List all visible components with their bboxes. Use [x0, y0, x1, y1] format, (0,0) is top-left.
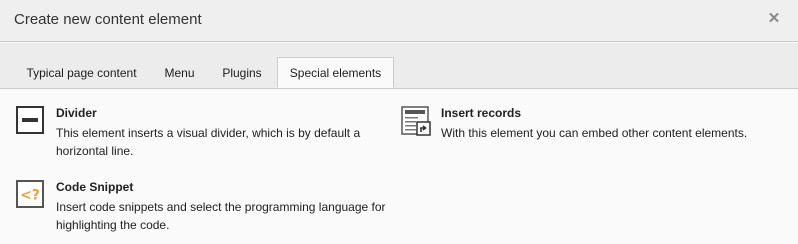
- tab-bar: Typical page content Menu Plugins Specia…: [0, 43, 798, 89]
- tab-panel-special-elements: Divider This element inserts a visual di…: [0, 90, 798, 244]
- element-title: Code Snippet: [56, 180, 134, 194]
- tab-plugins[interactable]: Plugins: [208, 59, 276, 89]
- element-title: Insert records: [441, 106, 522, 120]
- element-description: This element inserts a visual divider, w…: [56, 126, 361, 158]
- element-description: Insert code snippets and select the prog…: [56, 200, 386, 232]
- element-description: With this element you can embed other co…: [441, 126, 748, 140]
- insert-records-icon: [401, 106, 431, 136]
- dialog-title: Create new content element: [14, 11, 202, 28]
- element-insert-records[interactable]: Insert records With this element you can…: [401, 106, 781, 146]
- element-title: Divider: [56, 106, 97, 120]
- tab-special-elements[interactable]: Special elements: [277, 57, 394, 88]
- code-snippet-icon-glyph: <?: [20, 188, 40, 204]
- element-code-snippet[interactable]: <? Code Snippet Insert code snippets and…: [16, 180, 396, 236]
- dialog-header: Create new content element ✕: [0, 0, 798, 42]
- tab-menu[interactable]: Menu: [151, 59, 208, 89]
- code-snippet-icon: <?: [16, 180, 44, 208]
- close-icon[interactable]: ✕: [766, 10, 782, 28]
- element-divider[interactable]: Divider This element inserts a visual di…: [16, 106, 376, 162]
- divider-icon: [16, 106, 44, 134]
- tab-typical-page-content[interactable]: Typical page content: [14, 59, 149, 89]
